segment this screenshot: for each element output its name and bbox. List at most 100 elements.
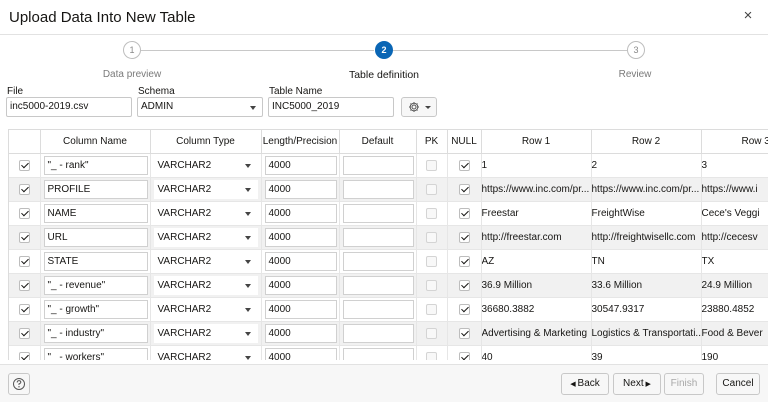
null-checkbox[interactable] xyxy=(458,159,470,171)
include-checkbox[interactable] xyxy=(18,279,30,291)
length-input[interactable]: 4000 xyxy=(264,227,337,247)
help-button[interactable] xyxy=(8,373,30,395)
null-checkbox[interactable] xyxy=(458,303,470,315)
row-3-value: 24.9 Million xyxy=(701,273,768,298)
null-cell xyxy=(447,225,482,250)
column-name-cell: "_ - rank" xyxy=(40,153,151,178)
schema-select[interactable]: ADMIN xyxy=(137,97,263,117)
table-name-input[interactable]: INC5000_2019 xyxy=(268,97,394,117)
length-input[interactable]: 4000 xyxy=(264,275,337,295)
pk-checkbox[interactable] xyxy=(426,231,437,243)
length-input[interactable]: 4000 xyxy=(264,323,337,343)
length-input[interactable]: 4000 xyxy=(264,155,337,175)
column-type-select[interactable]: VARCHAR2 xyxy=(153,323,258,343)
settings-menu-button[interactable] xyxy=(401,97,437,117)
cancel-button[interactable]: Cancel xyxy=(716,373,760,395)
column-name-input[interactable]: "_ - growth" xyxy=(43,299,148,319)
row-2-header[interactable]: Row 2 xyxy=(591,130,702,154)
default-input[interactable] xyxy=(342,347,414,360)
next-label: Next xyxy=(623,378,644,389)
column-type-value: VARCHAR2 xyxy=(157,207,212,219)
include-checkbox[interactable] xyxy=(18,327,30,339)
finish-button[interactable]: Finish xyxy=(664,373,704,395)
column-type-select[interactable]: VARCHAR2 xyxy=(153,251,258,271)
pk-cell xyxy=(416,345,448,360)
length-input[interactable]: 4000 xyxy=(264,347,337,360)
column-type-select[interactable]: VARCHAR2 xyxy=(153,179,258,199)
length-input[interactable]: 4000 xyxy=(264,203,337,223)
wizard-step-1[interactable]: 1 xyxy=(123,41,141,59)
row-1-value: AZ xyxy=(481,249,592,274)
pk-checkbox[interactable] xyxy=(426,303,437,315)
pk-checkbox[interactable] xyxy=(426,327,437,339)
column-name-input[interactable]: PROFILE xyxy=(43,179,148,199)
wizard-step-2[interactable]: 2 xyxy=(375,41,393,59)
null-checkbox[interactable] xyxy=(458,207,470,219)
null-cell xyxy=(447,273,482,298)
column-name-input[interactable]: "_ - revenue" xyxy=(43,275,148,295)
column-type-cell: VARCHAR2 xyxy=(150,321,262,346)
column-type-select[interactable]: VARCHAR2 xyxy=(153,347,258,360)
column-name-cell: STATE xyxy=(40,249,151,274)
null-checkbox[interactable] xyxy=(458,327,470,339)
include-checkbox[interactable] xyxy=(18,183,30,195)
column-type-value: VARCHAR2 xyxy=(157,159,212,171)
length-input[interactable]: 4000 xyxy=(264,299,337,319)
include-checkbox[interactable] xyxy=(18,303,30,315)
file-field[interactable]: inc5000-2019.csv xyxy=(6,97,132,117)
null-checkbox[interactable] xyxy=(458,351,470,360)
include-checkbox[interactable] xyxy=(18,207,30,219)
wizard-step-3[interactable]: 3 xyxy=(627,41,645,59)
row-3-value: 3 xyxy=(701,153,768,178)
column-name-input[interactable]: "_ - industry" xyxy=(43,323,148,343)
default-input[interactable] xyxy=(342,179,414,199)
include-checkbox[interactable] xyxy=(18,255,30,267)
next-button[interactable]: Next ▶ xyxy=(613,373,661,395)
chevron-down-icon xyxy=(244,235,251,240)
null-checkbox[interactable] xyxy=(458,279,470,291)
default-input[interactable] xyxy=(342,155,414,175)
column-name-input[interactable]: NAME xyxy=(43,203,148,223)
default-input[interactable] xyxy=(342,275,414,295)
length-input[interactable]: 4000 xyxy=(264,251,337,271)
default-input[interactable] xyxy=(342,203,414,223)
column-type-select[interactable]: VARCHAR2 xyxy=(153,155,258,175)
row-1-header[interactable]: Row 1 xyxy=(481,130,592,154)
pk-checkbox[interactable] xyxy=(426,159,437,171)
pk-checkbox[interactable] xyxy=(426,183,437,195)
default-input[interactable] xyxy=(342,251,414,271)
length-precision-header[interactable]: Length/Precision xyxy=(261,130,340,154)
null-checkbox[interactable] xyxy=(458,183,470,195)
length-input[interactable]: 4000 xyxy=(264,179,337,199)
default-input[interactable] xyxy=(342,299,414,319)
column-type-select[interactable]: VARCHAR2 xyxy=(153,203,258,223)
column-type-select[interactable]: VARCHAR2 xyxy=(153,275,258,295)
column-name-input[interactable]: "_ - workers" xyxy=(43,347,148,360)
column-name-header[interactable]: Column Name xyxy=(40,130,151,154)
null-checkbox[interactable] xyxy=(458,255,470,267)
close-icon[interactable]: × xyxy=(740,8,756,24)
pk-checkbox[interactable] xyxy=(426,255,437,267)
include-checkbox[interactable] xyxy=(18,159,30,171)
column-name-input[interactable]: URL xyxy=(43,227,148,247)
include-checkbox[interactable] xyxy=(18,351,30,360)
row-3-header[interactable]: Row 3 xyxy=(701,130,768,154)
column-type-select[interactable]: VARCHAR2 xyxy=(153,227,258,247)
column-type-select[interactable]: VARCHAR2 xyxy=(153,299,258,319)
default-input[interactable] xyxy=(342,227,414,247)
pk-checkbox[interactable] xyxy=(426,279,437,291)
pk-header[interactable]: PK xyxy=(416,130,448,154)
default-header[interactable]: Default xyxy=(339,130,417,154)
include-checkbox[interactable] xyxy=(18,231,30,243)
pk-checkbox[interactable] xyxy=(426,207,437,219)
column-name-input[interactable]: "_ - rank" xyxy=(43,155,148,175)
pk-checkbox[interactable] xyxy=(426,351,437,360)
back-button[interactable]: ◀ Back xyxy=(561,373,609,395)
table-row: "_ - industry" VARCHAR2 4000 Advertising & … xyxy=(9,321,768,346)
null-checkbox[interactable] xyxy=(458,231,470,243)
default-cell xyxy=(339,177,417,202)
column-name-input[interactable]: STATE xyxy=(43,251,148,271)
null-header[interactable]: NULL xyxy=(447,130,482,154)
default-input[interactable] xyxy=(342,323,414,343)
column-type-header[interactable]: Column Type xyxy=(150,130,262,154)
